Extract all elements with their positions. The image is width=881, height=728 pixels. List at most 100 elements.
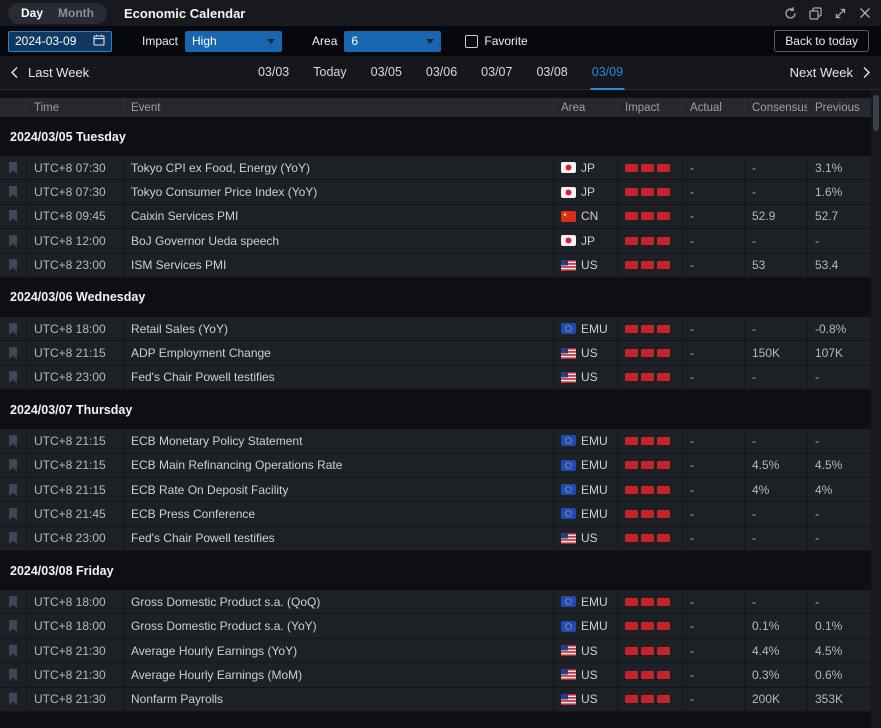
impact-bars (625, 461, 670, 469)
refresh-icon[interactable] (784, 7, 797, 20)
bookmark-icon[interactable] (0, 478, 26, 501)
next-week-label: Next Week (790, 65, 853, 80)
expand-icon[interactable] (834, 7, 847, 20)
event-name: Average Hourly Earnings (YoY) (123, 639, 553, 662)
table-row[interactable]: UTC+8 23:00Fed's Chair Powell testifiesU… (0, 527, 871, 551)
area-filter-label: Area (312, 34, 337, 48)
table-row[interactable]: UTC+8 21:30Nonfarm PayrollsUS-200K353K (0, 688, 871, 712)
event-area: EMU (553, 502, 617, 525)
bookmark-icon[interactable] (0, 156, 26, 179)
next-week-button[interactable]: Next Week (790, 65, 871, 80)
chevron-down-icon (267, 39, 275, 44)
event-name: ECB Main Refinancing Operations Rate (123, 454, 553, 477)
event-area: EMU (553, 478, 617, 501)
week-day-today[interactable]: Today (301, 56, 358, 90)
event-name: Nonfarm Payrolls (123, 688, 553, 711)
table-row[interactable]: UTC+8 21:15ECB Monetary Policy Statement… (0, 429, 871, 453)
impact-bar (641, 461, 654, 469)
table-row[interactable]: UTC+8 23:00ISM Services PMIUS-5353.4 (0, 254, 871, 278)
bookmark-icon[interactable] (0, 341, 26, 364)
week-day-03-07[interactable]: 03/07 (469, 56, 524, 90)
area-code: JP (581, 234, 595, 248)
event-time: UTC+8 21:30 (26, 688, 123, 711)
impact-bar (625, 647, 638, 655)
week-day-03-03[interactable]: 03/03 (246, 56, 301, 90)
close-icon[interactable] (859, 7, 871, 19)
bookmark-icon[interactable] (0, 366, 26, 389)
favorite-filter[interactable]: Favorite (465, 34, 527, 48)
previous-value: 0.6% (807, 663, 871, 686)
bookmark-icon[interactable] (0, 688, 26, 711)
tab-day[interactable]: Day (21, 6, 43, 20)
bookmark-icon[interactable] (0, 317, 26, 340)
flag-icon-emu (561, 508, 576, 519)
scrollbar-thumb[interactable] (873, 95, 879, 131)
table-row[interactable]: UTC+8 21:45ECB Press ConferenceEMU--- (0, 502, 871, 526)
area-select[interactable]: 6 (344, 31, 441, 52)
last-week-button[interactable]: Last Week (10, 65, 89, 80)
event-time: UTC+8 12:00 (26, 229, 123, 252)
bookmark-icon[interactable] (0, 614, 26, 637)
chevron-left-icon (10, 66, 19, 79)
week-day-03-06[interactable]: 03/06 (414, 56, 469, 90)
event-time: UTC+8 07:30 (26, 156, 123, 179)
impact-bar (641, 212, 654, 220)
table-row[interactable]: UTC+8 21:30Average Hourly Earnings (YoY)… (0, 639, 871, 663)
bookmark-icon[interactable] (0, 205, 26, 228)
consensus-value: - (744, 429, 807, 452)
impact-bar (641, 261, 654, 269)
chevron-right-icon (862, 66, 871, 79)
week-day-03-05[interactable]: 03/05 (359, 56, 414, 90)
table-row[interactable]: UTC+8 07:30Tokyo Consumer Price Index (Y… (0, 180, 871, 204)
bookmark-icon[interactable] (0, 527, 26, 550)
table-row[interactable]: UTC+8 21:30Average Hourly Earnings (MoM)… (0, 663, 871, 687)
bookmark-icon[interactable] (0, 663, 26, 686)
table-row[interactable]: UTC+8 23:00Fed's Chair Powell testifiesU… (0, 366, 871, 390)
impact-level (617, 429, 682, 452)
actual-value: - (682, 317, 744, 340)
consensus-value: 0.3% (744, 663, 807, 686)
area-code: EMU (581, 483, 608, 497)
bookmark-icon[interactable] (0, 502, 26, 525)
filter-bar: 2024-03-09 Impact High Area 6 Favorite B… (0, 26, 881, 56)
flag-icon-jp (561, 235, 576, 246)
impact-select[interactable]: High (185, 31, 282, 52)
area-code: EMU (581, 322, 608, 336)
popout-icon[interactable] (809, 7, 822, 20)
impact-bar (625, 164, 638, 172)
table-row[interactable]: UTC+8 21:15ECB Main Refinancing Operatio… (0, 454, 871, 478)
table-row[interactable]: UTC+8 07:30Tokyo CPI ex Food, Energy (Yo… (0, 156, 871, 180)
table-row[interactable]: UTC+8 21:15ECB Rate On Deposit FacilityE… (0, 478, 871, 502)
area-select-value: 6 (351, 34, 358, 48)
date-picker[interactable]: 2024-03-09 (8, 31, 112, 52)
impact-bar (657, 373, 670, 381)
table-row[interactable]: UTC+8 09:45Caixin Services PMICN-52.952.… (0, 205, 871, 229)
event-name: Gross Domestic Product s.a. (YoY) (123, 614, 553, 637)
bookmark-icon[interactable] (0, 429, 26, 452)
week-day-03-09[interactable]: 03/09 (580, 56, 635, 90)
event-area: EMU (553, 429, 617, 452)
table-row[interactable]: UTC+8 12:00BoJ Governor Ueda speechJP--- (0, 229, 871, 253)
bookmark-icon[interactable] (0, 254, 26, 277)
tab-month[interactable]: Month (58, 6, 94, 20)
table-row[interactable]: UTC+8 21:15ADP Employment ChangeUS-150K1… (0, 341, 871, 365)
bookmark-icon[interactable] (0, 639, 26, 662)
favorite-checkbox[interactable] (465, 35, 478, 48)
table-row[interactable]: UTC+8 18:00Retail Sales (YoY)EMU---0.8% (0, 317, 871, 341)
consensus-value: - (744, 180, 807, 203)
flag-icon-us (561, 348, 576, 359)
bookmark-icon[interactable] (0, 590, 26, 613)
previous-value: 4.5% (807, 639, 871, 662)
table-row[interactable]: UTC+8 18:00Gross Domestic Product s.a. (… (0, 590, 871, 614)
week-day-03-08[interactable]: 03/08 (524, 56, 579, 90)
impact-bars (625, 237, 670, 245)
scrollbar[interactable] (871, 90, 881, 728)
bookmark-icon[interactable] (0, 180, 26, 203)
back-to-today-button[interactable]: Back to today (774, 30, 869, 52)
bookmark-icon[interactable] (0, 454, 26, 477)
actual-value: - (682, 590, 744, 613)
bookmark-icon[interactable] (0, 229, 26, 252)
table-row[interactable]: UTC+8 18:00Gross Domestic Product s.a. (… (0, 614, 871, 638)
actual-value: - (682, 429, 744, 452)
impact-level (617, 366, 682, 389)
